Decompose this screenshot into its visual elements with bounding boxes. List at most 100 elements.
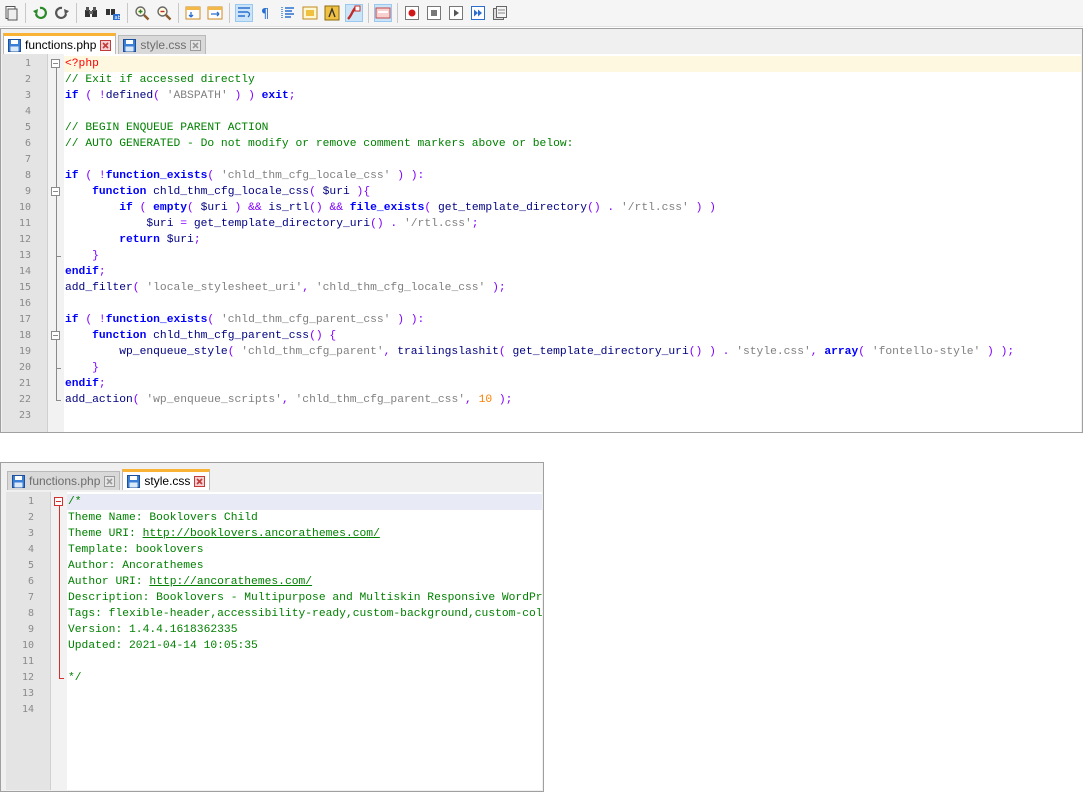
show-all-characters-button[interactable]: ¶ <box>257 4 275 22</box>
indent-guide-button[interactable] <box>279 4 297 22</box>
tab-style-css[interactable]: style.css <box>122 469 211 490</box>
code-text: if ( !function_exists( 'chld_thm_cfg_par… <box>65 312 424 328</box>
toolbar-separator <box>368 3 369 23</box>
fold-toggle-icon[interactable] <box>51 187 60 196</box>
toolbar-separator <box>397 3 398 23</box>
code-token: Template: booklovers <box>68 544 204 556</box>
close-tab-icon[interactable] <box>190 39 202 51</box>
code-text: wp_enqueue_style( 'chld_thm_cfg_parent',… <box>65 344 1014 360</box>
code-token: 'chld_thm_cfg_locale_css' <box>315 282 486 294</box>
undo-button[interactable] <box>31 4 49 22</box>
sync-horizontal-button[interactable] <box>206 4 224 22</box>
code-token: function <box>92 330 147 342</box>
code-text: // AUTO GENERATED - Do not modify or rem… <box>65 136 573 152</box>
code-token: */ <box>68 672 82 684</box>
code-token: ( <box>207 170 221 182</box>
save-macro-button[interactable] <box>491 4 509 22</box>
close-tab-icon[interactable] <box>194 475 206 487</box>
new-file-icon <box>5 6 18 21</box>
start-recording-button[interactable] <box>403 4 421 22</box>
monitoring-button[interactable] <box>374 4 392 22</box>
tab-label: style.css <box>140 38 187 52</box>
code-text: if ( empty( $uri ) && is_rtl() && file_e… <box>65 200 716 216</box>
stop-recording-button[interactable] <box>425 4 443 22</box>
minus-icon <box>53 191 58 192</box>
code-token: 'style.css' <box>736 346 811 358</box>
code-token: $uri <box>166 234 194 246</box>
code-token[interactable]: http://booklovers.ancorathemes.com/ <box>143 528 380 540</box>
code-text: } <box>65 248 99 264</box>
tab-style-css[interactable]: style.css <box>118 35 207 54</box>
document-map-button[interactable] <box>301 4 319 22</box>
code-token: return <box>119 234 160 246</box>
code-token: Tags: flexible-header,accessibility-read… <box>68 608 542 620</box>
run-macro-multiple-button[interactable] <box>469 4 487 22</box>
code-token: ; <box>288 90 296 102</box>
code-token: if <box>65 170 79 182</box>
line-number: 23 <box>18 410 31 421</box>
find-button[interactable] <box>82 4 100 22</box>
code-line: 3 if ( !defined( 'ABSPATH' ) ) exit; <box>2 88 1081 104</box>
code-text: add_filter( 'locale_stylesheet_uri', 'ch… <box>65 280 506 296</box>
line-number: 8 <box>24 170 31 181</box>
tab-functions-php[interactable]: functions.php <box>7 471 121 490</box>
close-tab-icon[interactable] <box>104 475 116 487</box>
tab-label: functions.php <box>25 38 97 52</box>
svg-text:ab: ab <box>115 15 121 21</box>
code-line: 17 if ( !function_exists( 'chld_thm_cfg_p… <box>2 312 1081 328</box>
close-tab-icon[interactable] <box>100 39 112 51</box>
code-token: 'chld_thm_cfg_parent_css' <box>220 314 391 326</box>
line-number: 9 <box>27 624 34 635</box>
zoom-out-button[interactable] <box>155 4 173 22</box>
sync-vertical-button[interactable] <box>184 4 202 22</box>
sync-horizontal-icon <box>207 6 223 20</box>
monitoring-icon <box>375 7 391 19</box>
line-number: 5 <box>24 122 31 133</box>
playback-button[interactable] <box>447 4 465 22</box>
function-list-button[interactable] <box>323 4 341 22</box>
code-text: Author URI: http://ancorathemes.com/ <box>68 574 312 590</box>
line-number: 19 <box>18 346 31 357</box>
redo-button[interactable] <box>53 4 71 22</box>
find-icon <box>85 7 97 17</box>
word-wrap-button[interactable] <box>235 4 253 22</box>
code-token: ; <box>193 234 201 246</box>
replace-button[interactable]: ab <box>104 4 122 22</box>
line-number: 12 <box>21 672 34 683</box>
code-line: 18 function chld_thm_cfg_parent_css() { <box>2 328 1081 344</box>
zoom-in-button[interactable] <box>133 4 151 22</box>
code-token: () . <box>370 218 404 230</box>
toolbar-separator <box>76 3 77 23</box>
code-token: 'fontello-style' <box>871 346 981 358</box>
tab-functions-php[interactable]: functions.php <box>3 33 117 54</box>
code-token: /* <box>68 496 82 508</box>
code-token: ( <box>187 202 201 214</box>
line-number: 13 <box>18 250 31 261</box>
code-editor[interactable]: 1 <?php 2 // Exit if accessed directly 3 if (… <box>2 54 1081 432</box>
code-token: () { <box>309 330 337 342</box>
new-file-button[interactable] <box>2 4 20 22</box>
fold-toggle-icon[interactable] <box>54 497 63 506</box>
fold-toggle-icon[interactable] <box>51 59 60 68</box>
code-line: 22 add_action( 'wp_enqueue_scripts', 'chl… <box>2 392 1081 408</box>
code-line: 3 Theme URI: http://booklovers.ancorathem… <box>6 526 542 542</box>
code-line: 10 Updated: 2021-04-14 10:05:35 <box>6 638 542 654</box>
fold-toggle-icon[interactable] <box>51 331 60 340</box>
code-token: array <box>824 346 859 358</box>
tab-bar: functions.php style.css <box>3 31 208 54</box>
code-token: ( <box>424 202 438 214</box>
code-token[interactable]: http://ancorathemes.com/ <box>149 576 312 588</box>
code-text: endif; <box>65 376 106 392</box>
file-saved-icon <box>8 38 21 52</box>
line-number: 16 <box>18 298 31 309</box>
fold-end <box>56 400 61 401</box>
folder-as-workspace-button[interactable] <box>345 4 363 22</box>
word-wrap-icon <box>238 7 251 18</box>
code-text: Theme Name: Booklovers Child <box>68 510 258 526</box>
code-token: ; <box>98 266 106 278</box>
code-editor[interactable]: 1 /* 2 Theme Name: Booklovers Child 3 Theme U… <box>6 492 542 790</box>
